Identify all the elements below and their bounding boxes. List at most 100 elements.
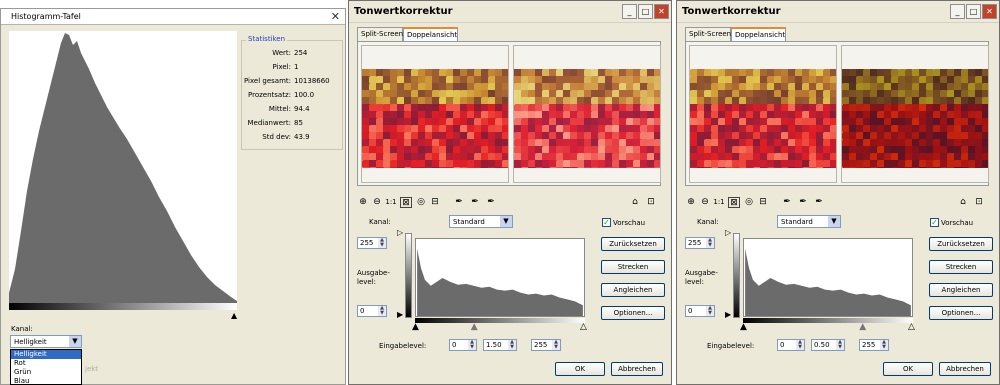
reset-button[interactable]: Zurücksetzen (601, 237, 665, 251)
preview-toolbar: ⊕ ⊖ 1:1 ⊠ ◎ ⊟ ✒ ✒ ✒ ⌂ ⊡ (685, 197, 989, 209)
tab-double-view[interactable]: Doppelansicht (731, 27, 786, 42)
input-white-slider[interactable]: △ (908, 323, 915, 332)
input-gamma-slider[interactable]: ▲ (859, 323, 866, 332)
preview-image-before[interactable] (362, 69, 508, 168)
preview-checkbox[interactable]: ✓ (930, 218, 939, 227)
save-settings-icon[interactable]: ⌂ (957, 197, 969, 208)
close-button[interactable]: ✕ (654, 4, 669, 19)
black-eyedropper-icon[interactable]: ✒ (453, 197, 465, 208)
input-white-field[interactable]: 255 ▲ ▼ (859, 339, 889, 351)
fit-window-icon[interactable]: ⊠ (400, 197, 412, 208)
histogram-titlebar[interactable]: Histogramm-Tafel ✕ (1, 9, 345, 25)
spin-arrows-icon[interactable]: ▲ ▼ (880, 340, 888, 350)
preview-image-after[interactable] (514, 69, 660, 168)
output-level-label: Ausgabe- level: (357, 269, 390, 286)
zoom-out-icon[interactable]: ⊖ (699, 197, 711, 208)
tab-split-screen[interactable]: Split-Screen (685, 27, 731, 41)
spin-arrows-icon[interactable]: ▲ ▼ (796, 340, 804, 350)
ok-button[interactable]: OK (555, 362, 605, 376)
load-settings-icon[interactable]: ⊡ (645, 197, 657, 208)
minimize-button[interactable]: _ (622, 4, 637, 19)
ok-button[interactable]: OK (883, 362, 933, 376)
tab-double-view[interactable]: Doppelansicht (403, 27, 458, 42)
input-gradient-bar (743, 318, 913, 323)
spin-arrows-icon[interactable]: ▲ ▼ (508, 340, 516, 350)
load-settings-icon[interactable]: ⊡ (973, 197, 985, 208)
cancel-button[interactable]: Abbrechen (611, 362, 663, 376)
channel-option[interactable]: Grün (11, 368, 81, 377)
input-white-slider[interactable]: △ (580, 323, 587, 332)
channel-option[interactable]: Helligkeit (11, 350, 81, 359)
maximize-button[interactable]: □ (966, 4, 981, 19)
output-black-slider[interactable]: ▶ (397, 310, 403, 319)
cancel-button[interactable]: Abbrechen (939, 362, 991, 376)
output-top-field[interactable]: 255 ▲ ▼ (685, 237, 715, 249)
actual-size-icon[interactable]: 1:1 (713, 197, 725, 208)
zoom-in-icon[interactable]: ⊕ (685, 197, 697, 208)
dialog-titlebar[interactable]: Tonwertkorrektur _ □ ✕ (677, 1, 999, 23)
input-black-slider[interactable]: ▲ (412, 323, 419, 332)
input-white-value: 255 (534, 341, 548, 349)
output-black-slider[interactable]: ▶ (725, 310, 731, 319)
reset-button[interactable]: Zurücksetzen (929, 237, 993, 251)
chevron-down-icon[interactable]: ▼ (500, 216, 512, 227)
input-black-field[interactable]: 0 ▲ ▼ (777, 339, 805, 351)
spin-arrows-icon[interactable]: ▲ ▼ (706, 306, 714, 316)
spin-arrows-icon[interactable]: ▲ ▼ (836, 340, 844, 350)
options-button[interactable]: Optionen... (929, 306, 993, 320)
navigator-icon[interactable]: ◎ (415, 197, 427, 208)
channel-select[interactable]: Standard ▼ (449, 215, 513, 228)
tab-split-screen[interactable]: Split-Screen (357, 27, 403, 41)
input-black-slider[interactable]: ▲ (740, 323, 747, 332)
minimize-button[interactable]: _ (950, 4, 965, 19)
fit-window-icon[interactable]: ⊠ (728, 197, 740, 208)
preview-image-after[interactable] (842, 69, 988, 168)
input-black-field[interactable]: 0 ▲ ▼ (449, 339, 477, 351)
close-icon[interactable]: ✕ (331, 10, 340, 23)
white-eyedropper-icon[interactable]: ✒ (813, 197, 825, 208)
preview-image-before[interactable] (690, 69, 836, 168)
dialog-titlebar[interactable]: Tonwertkorrektur _ □ ✕ (349, 1, 671, 23)
stretch-button[interactable]: Strecken (601, 260, 665, 274)
options-button[interactable]: Optionen... (601, 306, 665, 320)
input-gamma-field[interactable]: 0.50 ▲ ▼ (811, 339, 845, 351)
gray-eyedropper-icon[interactable]: ✒ (797, 197, 809, 208)
channel-select[interactable]: Standard ▼ (777, 215, 841, 228)
black-eyedropper-icon[interactable]: ✒ (781, 197, 793, 208)
output-bottom-field[interactable]: 0 ▲ ▼ (685, 305, 715, 317)
maximize-button[interactable]: □ (638, 4, 653, 19)
channel-option[interactable]: Rot (11, 359, 81, 368)
equalize-button[interactable]: Angleichen (601, 283, 665, 297)
output-bottom-field[interactable]: 0 ▲ ▼ (357, 305, 387, 317)
output-white-slider[interactable]: ▷ (397, 228, 403, 237)
input-gamma-field[interactable]: 1.50 ▲ ▼ (483, 339, 517, 351)
spin-arrows-icon[interactable]: ▲ ▼ (378, 306, 386, 316)
pan-icon[interactable]: ⊟ (429, 197, 441, 208)
spin-arrows-icon[interactable]: ▲ ▼ (378, 238, 386, 248)
spin-arrows-icon[interactable]: ▲ ▼ (706, 238, 714, 248)
output-top-field[interactable]: 255 ▲ ▼ (357, 237, 387, 249)
spin-arrows-icon[interactable]: ▲ ▼ (468, 340, 476, 350)
channel-select[interactable]: Helligkeit ▼ (10, 335, 82, 348)
save-settings-icon[interactable]: ⌂ (629, 197, 641, 208)
preview-checkbox[interactable]: ✓ (602, 218, 611, 227)
navigator-icon[interactable]: ◎ (743, 197, 755, 208)
chevron-down-icon[interactable]: ▼ (828, 216, 840, 227)
input-white-field[interactable]: 255 ▲ ▼ (531, 339, 561, 351)
input-gamma-slider[interactable]: ▲ (471, 323, 478, 332)
close-button[interactable]: ✕ (982, 4, 997, 19)
output-white-slider[interactable]: ▷ (725, 228, 731, 237)
histogram-value-marker[interactable]: ▲ (231, 311, 237, 320)
actual-size-icon[interactable]: 1:1 (385, 197, 397, 208)
pan-icon[interactable]: ⊟ (757, 197, 769, 208)
chevron-down-icon[interactable]: ▼ (69, 336, 81, 347)
channel-dropdown-list[interactable]: Helligkeit Rot Grün Blau (10, 349, 82, 385)
zoom-in-icon[interactable]: ⊕ (357, 197, 369, 208)
gray-eyedropper-icon[interactable]: ✒ (469, 197, 481, 208)
white-eyedropper-icon[interactable]: ✒ (485, 197, 497, 208)
stretch-button[interactable]: Strecken (929, 260, 993, 274)
channel-option[interactable]: Blau (11, 377, 81, 384)
zoom-out-icon[interactable]: ⊖ (371, 197, 383, 208)
equalize-button[interactable]: Angleichen (929, 283, 993, 297)
spin-arrows-icon[interactable]: ▲ ▼ (552, 340, 560, 350)
